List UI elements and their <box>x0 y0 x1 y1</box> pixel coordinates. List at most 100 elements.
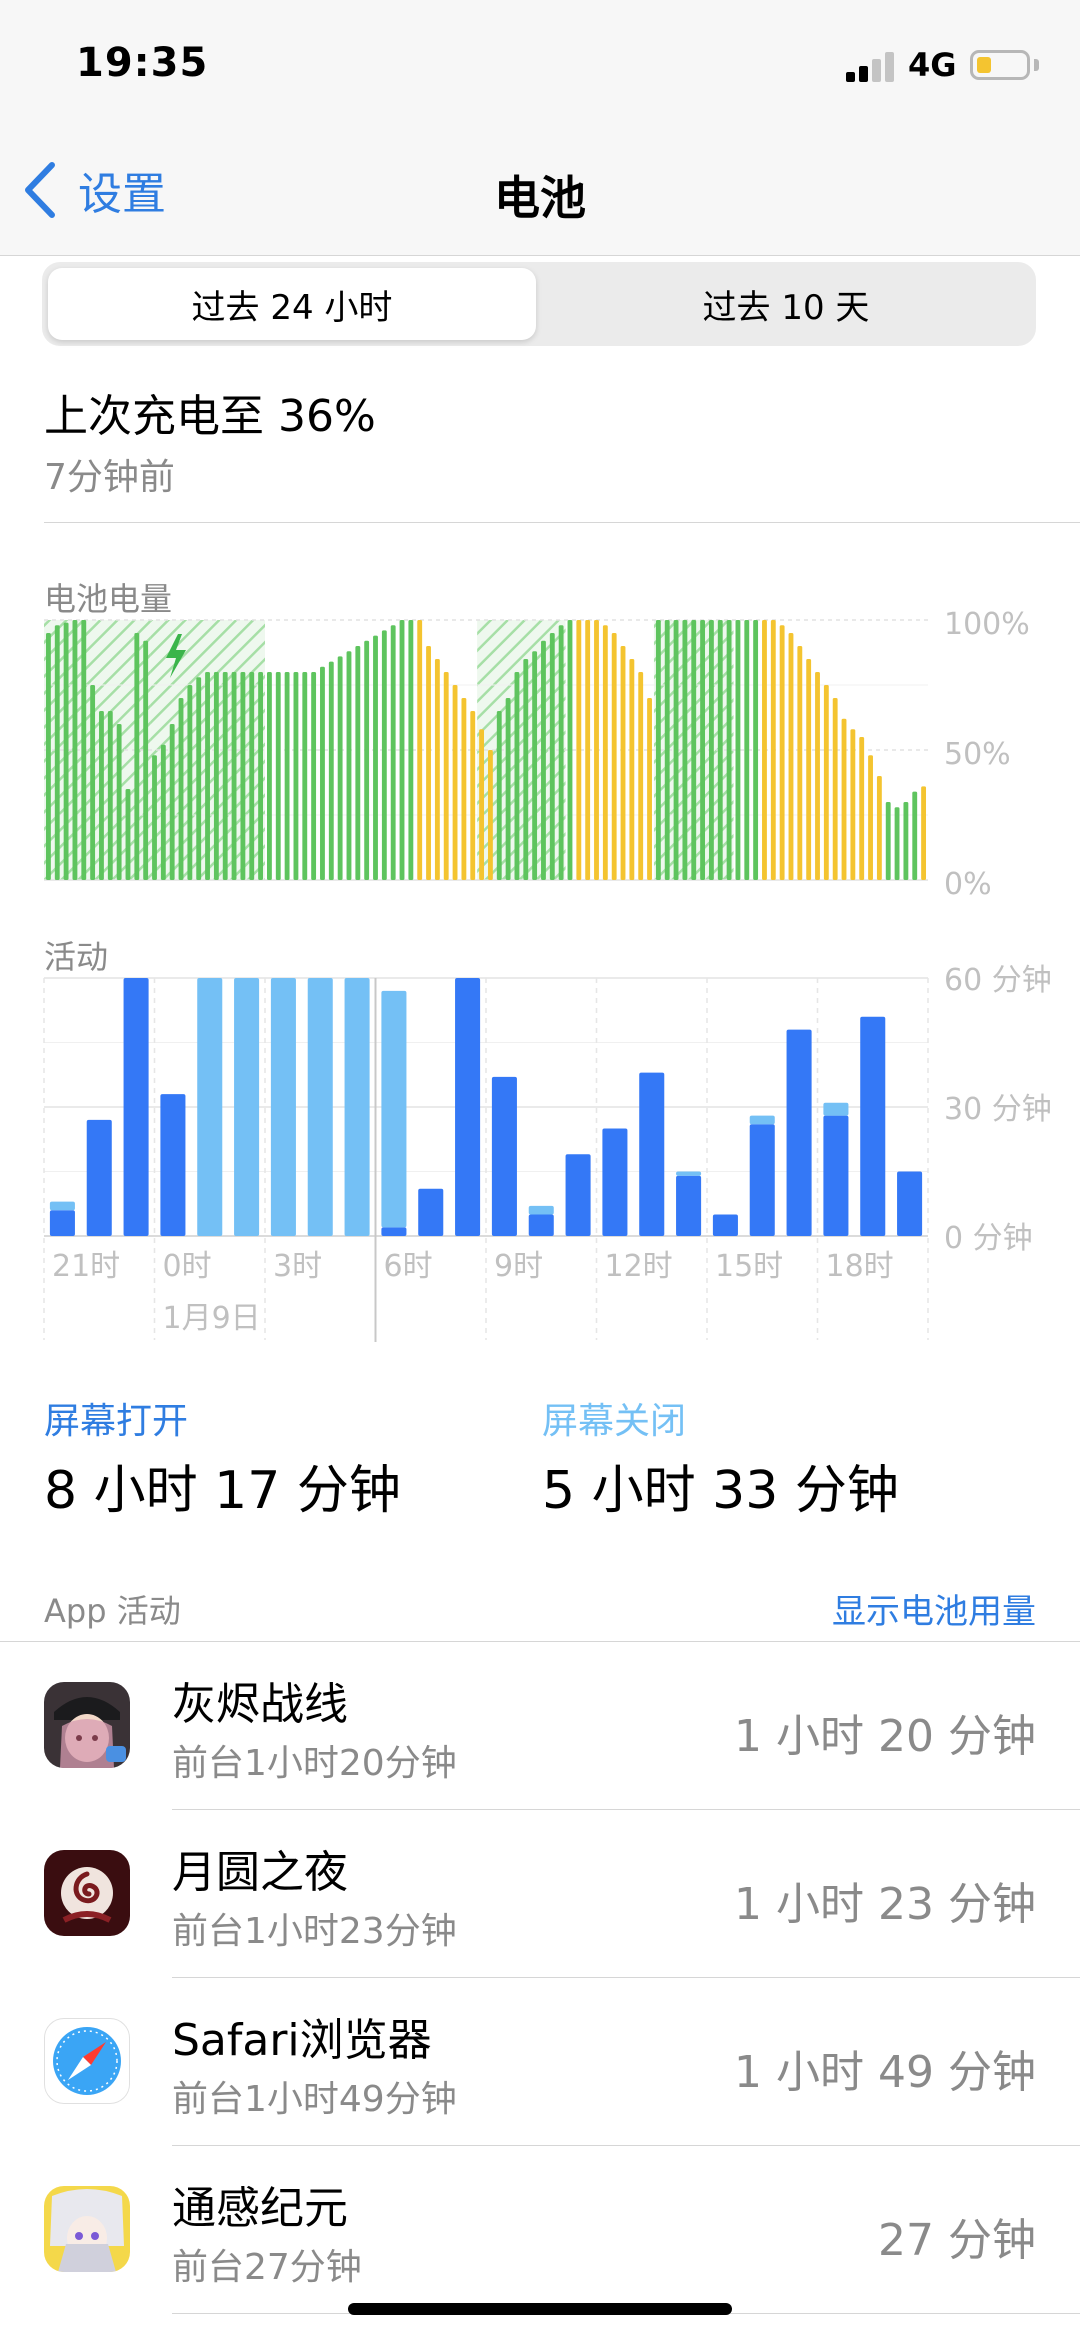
battery-bar <box>143 640 149 880</box>
y-tick-label: 60 分钟 <box>944 963 1052 998</box>
battery-bar <box>346 651 352 880</box>
battery-bar <box>859 737 865 880</box>
date-label: 1月9日 <box>163 1301 261 1336</box>
safari-icon <box>44 2018 130 2104</box>
last-charge-title: 上次充电至 36% <box>44 391 376 442</box>
battery-bar <box>134 633 140 880</box>
battery-bar <box>63 622 69 880</box>
y-tick-label: 0% <box>944 867 992 900</box>
screen-on-bar <box>639 1072 665 1236</box>
status-bar: 19:35 4G <box>0 0 1080 140</box>
battery-bar <box>823 685 829 880</box>
battery-bar <box>496 711 502 880</box>
show-battery-usage-link[interactable]: 显示电池用量 <box>832 1584 1036 1633</box>
screen-off-bar <box>676 1171 702 1176</box>
app-row-safari[interactable]: Safari浏览器 前台1小时49分钟 1 小时 49 分钟 <box>0 1978 1080 2146</box>
battery-bar <box>364 640 370 880</box>
battery-bar <box>355 646 361 880</box>
battery-bar <box>726 620 732 880</box>
battery-bar <box>541 640 546 880</box>
screen-on-bar <box>418 1188 444 1236</box>
battery-bar <box>735 620 741 880</box>
status-time: 19:35 <box>76 40 209 86</box>
battery-bar <box>815 672 820 880</box>
segment-last-24-hours[interactable]: 过去 24 小时 <box>48 268 536 340</box>
battery-bar <box>434 659 440 880</box>
y-tick-label: 100% <box>944 607 1030 642</box>
battery-bar <box>912 791 918 880</box>
battery-bar <box>567 620 573 880</box>
battery-bar <box>266 672 272 880</box>
battery-bar <box>426 646 431 880</box>
battery-bar <box>373 635 378 880</box>
battery-bar <box>72 620 78 880</box>
home-indicator[interactable] <box>348 2303 732 2315</box>
battery-bar <box>240 672 246 880</box>
app-row-ashes-frontline[interactable]: 灰烬战线 前台1小时20分钟 1 小时 20 分钟 <box>0 1642 1080 1810</box>
screen-on-bar <box>86 1119 112 1236</box>
screen-on-value: 8 小时 17 分钟 <box>44 1461 401 1521</box>
battery-bar <box>99 711 104 880</box>
screen-on-bar <box>49 1210 75 1236</box>
screen-off-bar <box>234 978 260 1236</box>
battery-bar <box>779 625 785 880</box>
battery-bar <box>770 620 776 880</box>
battery-bar <box>452 685 458 880</box>
battery-bar <box>514 672 520 880</box>
y-tick-label: 0 分钟 <box>944 1221 1033 1256</box>
battery-icon <box>970 50 1030 80</box>
battery-bar <box>629 659 635 880</box>
battery-bar <box>850 729 856 880</box>
battery-bar <box>90 685 96 880</box>
battery-bar <box>532 651 538 880</box>
battery-bar <box>576 620 582 880</box>
battery-bar <box>125 789 131 880</box>
battery-bar <box>602 625 608 880</box>
screen-on-label: 屏幕打开 <box>44 1401 189 1442</box>
battery-bar <box>832 698 838 880</box>
battery-bar <box>222 672 228 880</box>
app-name: Safari浏览器 <box>172 2015 432 2066</box>
app-foreground-time: 前台27分钟 <box>172 2247 362 2288</box>
screen-off-bar <box>270 978 296 1236</box>
app-usage-time: 1 小时 49 分钟 <box>734 2047 1036 2098</box>
app-name: 灰烬战线 <box>172 1679 348 1730</box>
battery-bar <box>655 620 661 880</box>
y-tick-label: 30 分钟 <box>944 1092 1052 1127</box>
navigation-bar: 设置 电池 <box>0 140 1080 256</box>
screen-off-bar <box>381 990 407 1228</box>
battery-bar <box>408 620 414 880</box>
battery-bar <box>620 646 626 880</box>
ashes-frontline-icon <box>44 1682 130 1768</box>
cellular-signal-icon <box>846 50 898 82</box>
app-row-tonggan-era[interactable]: 通感纪元 前台27分钟 27 分钟 <box>0 2146 1080 2314</box>
app-row-full-moon-night[interactable]: 月圆之夜 前台1小时23分钟 1 小时 23 分钟 <box>0 1810 1080 1978</box>
screen-on-bar <box>528 1214 554 1236</box>
app-usage-time: 1 小时 23 分钟 <box>734 1879 1036 1930</box>
screen-off-bar <box>197 978 223 1236</box>
battery-bar <box>178 698 184 880</box>
battery-bar <box>152 755 157 880</box>
battery-bar <box>558 625 564 880</box>
battery-bar <box>788 633 794 880</box>
battery-bar <box>868 755 873 880</box>
battery-bar <box>328 661 334 880</box>
activity-chart: 21时 0时 3时 6时 9时 12时 15时 18时 1月9日 60 分钟 30 分钟 0 分钟 <box>43 963 1052 1342</box>
screen-on-bar <box>749 1124 775 1236</box>
battery-bar <box>673 620 679 880</box>
battery-bar <box>187 685 193 880</box>
battery-bar <box>417 620 423 880</box>
battery-bar <box>487 750 493 880</box>
time-range-segmented-control: 过去 24 小时 过去 10 天 <box>42 262 1036 346</box>
segment-last-10-days[interactable]: 过去 10 天 <box>542 268 1030 340</box>
network-type: 4G <box>908 46 957 84</box>
app-usage-time: 1 小时 20 分钟 <box>734 1711 1036 1762</box>
battery-bar <box>708 620 714 880</box>
x-tick-label: 0时 <box>163 1249 212 1284</box>
screen-on-bar <box>823 1115 849 1236</box>
battery-bar <box>443 672 449 880</box>
battery-level-chart: 100% 50% 0% <box>44 607 1030 900</box>
screen-on-bar <box>565 1154 591 1236</box>
app-name: 月圆之夜 <box>172 1847 348 1898</box>
x-tick-label: 12时 <box>605 1249 673 1284</box>
